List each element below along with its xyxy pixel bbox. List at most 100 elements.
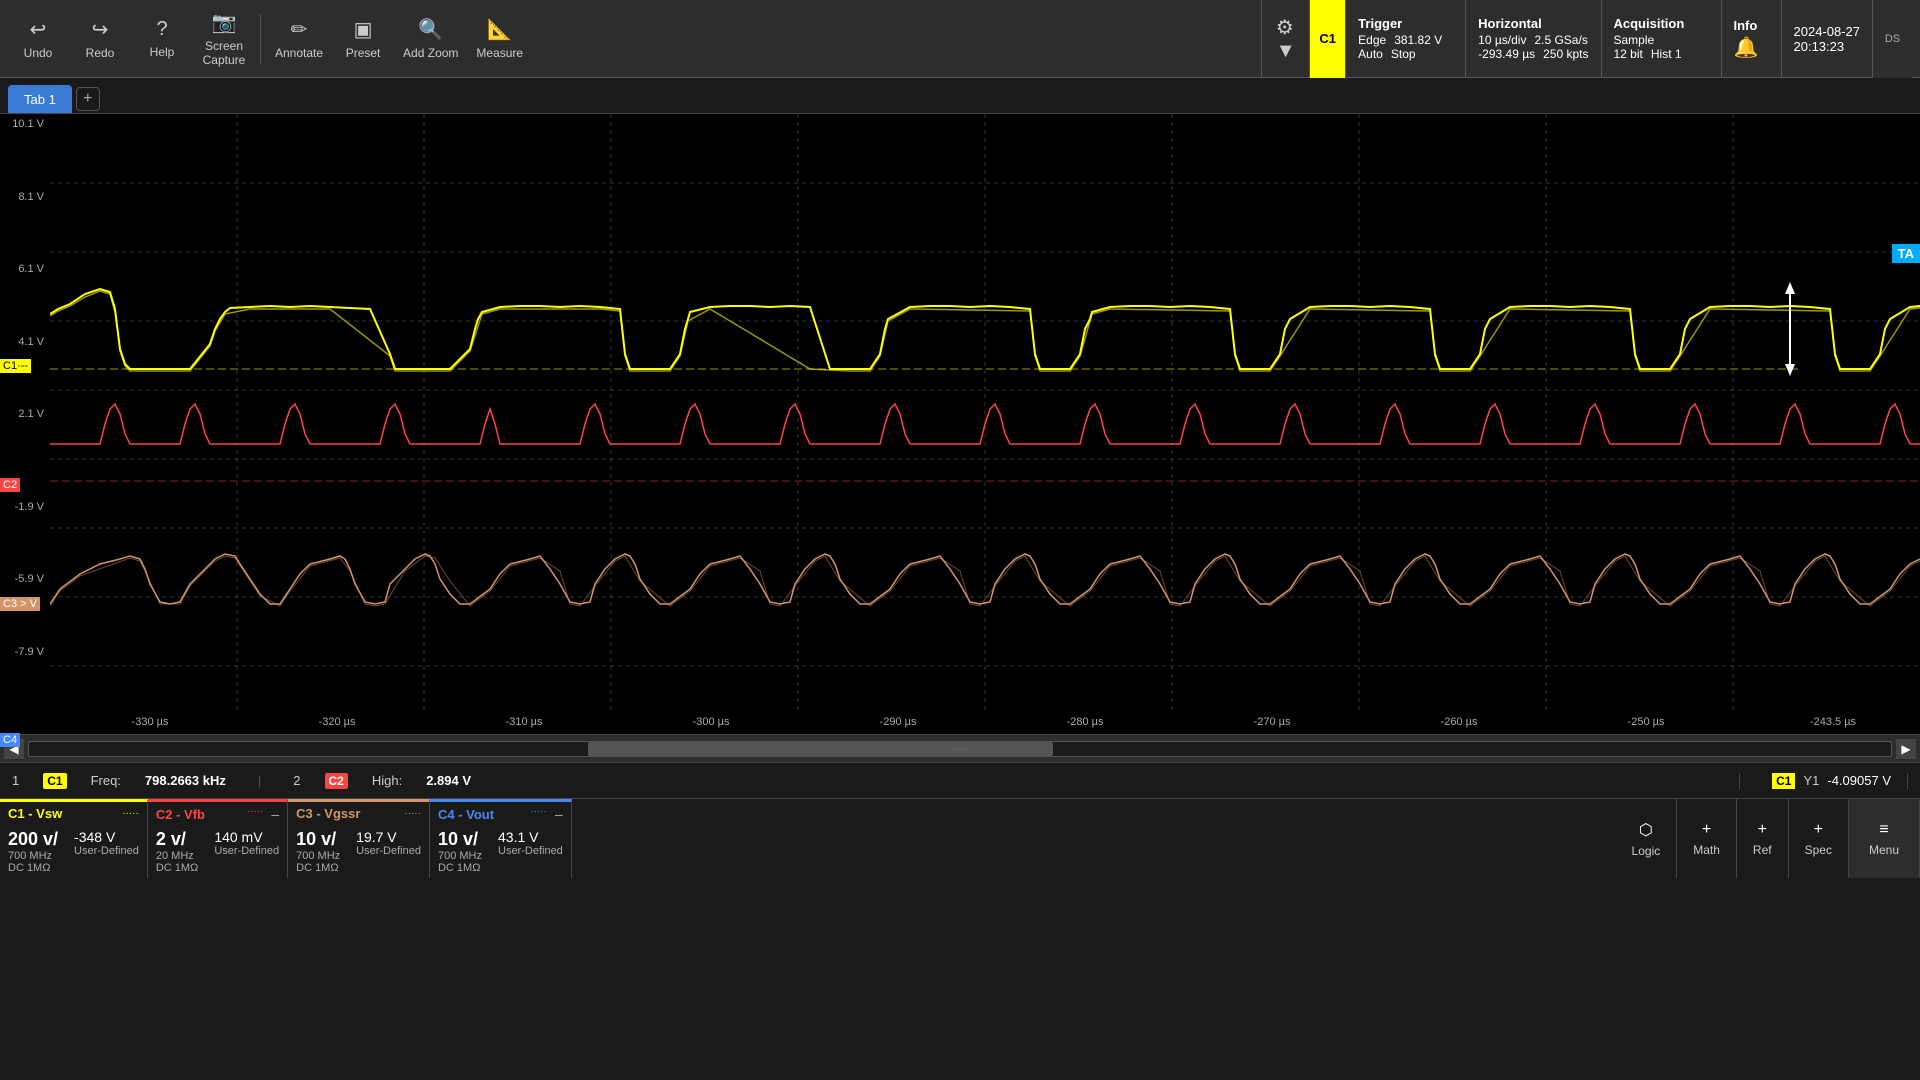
preset-button[interactable]: ▣ Preset [333, 5, 393, 73]
meas-1-ch-badge: C1 [43, 773, 66, 789]
measure-button[interactable]: 📐 Measure [468, 5, 531, 73]
tabbar: Tab 1 + [0, 78, 1920, 114]
separator [260, 14, 261, 64]
c4-name: C4 - Vout [438, 807, 494, 822]
math-icon: + [1702, 821, 1711, 839]
trigger-section: Trigger Edge 381.82 V Auto Stop [1345, 0, 1465, 78]
channel-c2-block[interactable]: C2 - Vfb ····· – 2 v/ 20 MHz DC 1MΩ 140 … [148, 799, 288, 878]
help-button[interactable]: ? Help [132, 5, 192, 73]
c4-bandwidth: 700 MHz [438, 850, 482, 862]
header-right: ⚙▼ C1 Trigger Edge 381.82 V Auto Stop Ho… [1261, 0, 1912, 78]
oscilloscope-main: 10.1 V 8.1 V 6.1 V 4.1 V 2.1 V -1.9 V -5… [0, 114, 1920, 734]
scroll-right-button[interactable]: ▶ [1896, 739, 1916, 759]
y1-value: -4.09057 V [1827, 773, 1891, 788]
c1-name: C1 - Vsw [8, 806, 62, 821]
undo-button[interactable]: ↩ Undo [8, 5, 68, 73]
redo-button[interactable]: ↪ Redo [70, 5, 130, 73]
horizontal-section: Horizontal 10 µs/div 2.5 GSa/s -293.49 µ… [1465, 0, 1600, 78]
ds-badge: DS [1872, 0, 1912, 78]
datetime-section: 2024-08-27 20:13:23 [1781, 0, 1873, 78]
c2-extra: User-Defined [214, 845, 279, 857]
channel-c3-block[interactable]: C3 - Vgssr ····· 10 v/ 700 MHz DC 1MΩ 19… [288, 799, 430, 878]
info-section: Info 🔔 [1721, 0, 1781, 78]
c3-bandwidth: 700 MHz [296, 850, 340, 862]
meas-1-num: 1 [12, 773, 19, 788]
meas-2-label: High: [372, 773, 402, 788]
c1-extra: User-Defined [74, 845, 139, 857]
y-label-6: -5.9 V [2, 573, 48, 585]
spec-icon: + [1814, 821, 1823, 839]
scroll-dots: ····· [952, 743, 969, 754]
math-button[interactable]: + Math [1677, 799, 1737, 878]
y-label-2: 6.1 V [2, 263, 48, 275]
logic-icon: ⬡ [1639, 820, 1653, 840]
c1-voldiv: 200 v/ [8, 829, 58, 850]
preset-icon: ▣ [354, 17, 373, 42]
menu-icon: ≡ [1879, 821, 1888, 839]
x-axis: -330 µs -320 µs -310 µs -300 µs -290 µs … [0, 710, 1920, 734]
bottom-buttons: ⬡ Logic + Math + Ref + Spec ≡ Menu [1616, 799, 1920, 878]
y-label-3: 4.1 V [2, 336, 48, 348]
c2-dots: ····· [247, 806, 264, 822]
channel-c4-block[interactable]: C4 - Vout ····· – 10 v/ 700 MHz DC 1MΩ 4… [430, 799, 572, 878]
c3-left-marker: C3 > V [0, 598, 40, 610]
scope-canvas [50, 114, 1920, 734]
c1-bandwidth: 700 MHz [8, 850, 58, 862]
c4-minus: – [555, 806, 563, 822]
c4-offset: 43.1 V [498, 829, 563, 845]
help-icon: ? [156, 18, 167, 41]
channel-c1-block[interactable]: C1 - Vsw ····· 200 v/ 700 MHz DC 1MΩ -34… [0, 799, 148, 878]
screencapture-button[interactable]: 📷 ScreenCapture [194, 5, 254, 73]
c2-coupling: DC 1MΩ [156, 862, 198, 874]
logic-button[interactable]: ⬡ Logic [1616, 799, 1678, 878]
c2-bandwidth: 20 MHz [156, 850, 198, 862]
undo-icon: ↩ [30, 17, 47, 42]
scrollbar-thumb[interactable] [588, 742, 1054, 756]
y-label-4: 2.1 V [2, 408, 48, 420]
y-label-7: -7.9 V [2, 646, 48, 658]
menu-button[interactable]: ≡ Menu [1849, 799, 1920, 878]
c1-coupling: DC 1MΩ [8, 862, 58, 874]
y1-ch-badge: C1 [1772, 773, 1795, 789]
scrollbar-area: ◀ ····· ▶ [0, 734, 1920, 762]
y1-display: C1 Y1 -4.09057 V [1756, 773, 1908, 789]
c3-offset: 19.7 V [356, 829, 421, 845]
c1-offset: -348 V [74, 829, 139, 845]
ref-button[interactable]: + Ref [1737, 799, 1789, 878]
add-tab-button[interactable]: + [76, 87, 100, 111]
c1-dots: ····· [122, 808, 139, 819]
c2-voldiv: 2 v/ [156, 829, 198, 850]
spec-button[interactable]: + Spec [1789, 799, 1849, 878]
c3-name: C3 - Vgssr [296, 806, 360, 821]
channel-info: C1 - Vsw ····· 200 v/ 700 MHz DC 1MΩ -34… [0, 798, 1920, 878]
c2-left-marker: C2 [0, 479, 20, 491]
meas-1-value: 798.2663 kHz [145, 773, 226, 788]
c1-left-marker: C1·-- [0, 360, 31, 372]
meas-2-num: 2 [293, 773, 300, 788]
acquisition-section: Acquisition Sample 12 bit Hist 1 [1601, 0, 1721, 78]
add-zoom-button[interactable]: 🔍 Add Zoom [395, 5, 466, 73]
annotate-icon: ✏ [291, 17, 308, 42]
annotate-button[interactable]: ✏ Annotate [267, 5, 331, 73]
y-label-0: 10.1 V [2, 118, 48, 130]
scrollbar-track[interactable]: ····· [28, 741, 1892, 757]
tab-1[interactable]: Tab 1 [8, 85, 72, 113]
settings-button[interactable]: ⚙▼ [1261, 0, 1309, 78]
c2-name: C2 - Vfb [156, 807, 205, 822]
c4-extra: User-Defined [498, 845, 563, 857]
zoom-icon: 🔍 [418, 17, 443, 42]
c2-offset: 140 mV [214, 829, 279, 845]
status-bar: 1 C1 Freq: 798.2663 kHz | 2 C2 High: 2.8… [0, 762, 1920, 798]
meas-1-label: Freq: [91, 773, 121, 788]
c3-dots: ····· [404, 808, 421, 819]
c4-left-marker: C4 [0, 734, 20, 746]
meas-2-value: 2.894 V [426, 773, 471, 788]
c4-dots: ····· [530, 806, 547, 822]
c2-minus: – [271, 806, 279, 822]
c3-voldiv: 10 v/ [296, 829, 340, 850]
c4-voldiv: 10 v/ [438, 829, 482, 850]
c1-trigger-badge: C1 [1309, 0, 1345, 78]
y-label-1: 8.1 V [2, 191, 48, 203]
ref-icon: + [1758, 821, 1767, 839]
redo-icon: ↪ [92, 17, 109, 42]
